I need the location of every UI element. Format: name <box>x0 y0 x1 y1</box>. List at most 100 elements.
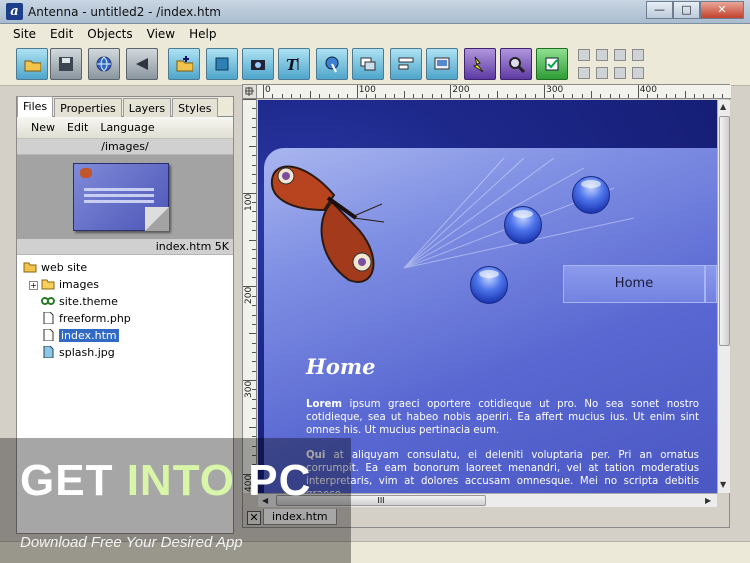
tab-layers[interactable]: Layers <box>122 98 172 117</box>
ruler-tick <box>249 239 256 241</box>
paste-icon[interactable] <box>614 67 626 79</box>
toolbar-button-pointer[interactable] <box>316 48 348 80</box>
scroll-up-icon[interactable]: ▲ <box>720 102 726 111</box>
tab-files[interactable]: Files <box>17 96 54 117</box>
ruler-label-x: 0 <box>265 85 271 95</box>
paragraph-1: Lorem ipsum graeci oportere cotidieque u… <box>306 399 699 436</box>
ruler-tick <box>243 99 256 100</box>
orb-button-1[interactable] <box>504 206 542 244</box>
orb-button-3[interactable] <box>470 266 508 304</box>
vertical-scroll-thumb[interactable] <box>719 116 730 346</box>
ruler-tick <box>319 94 321 98</box>
paragraph-2: Qui at aliquyam consulatu, ei deleniti v… <box>306 450 699 493</box>
horizontal-ruler: 0 100 200 300 400 <box>257 85 731 99</box>
window-controls: — □ ✕ <box>646 1 744 19</box>
ruler-tick <box>252 370 256 372</box>
toolbar-button-globe[interactable] <box>88 48 120 80</box>
ruler-label-y: 100 <box>244 193 254 211</box>
toolbar-button-text[interactable]: T <box>278 48 310 80</box>
ruler-tick <box>252 183 256 185</box>
ruler-tick <box>422 94 424 98</box>
folder-open-icon <box>23 261 41 274</box>
tree-item-web-site[interactable]: web site <box>23 259 229 276</box>
ruler-tick <box>252 277 256 279</box>
align-diagonal-icon[interactable] <box>596 49 608 61</box>
ruler-tick <box>581 94 583 98</box>
tab-properties[interactable]: Properties <box>54 98 122 117</box>
toolbar-button-camera[interactable] <box>242 48 274 80</box>
menu-help[interactable]: Help <box>182 24 223 44</box>
panel-tabs: Files Properties Layers Styles <box>17 96 233 117</box>
ruler-tick <box>487 94 489 98</box>
ruler-tick <box>281 94 283 98</box>
toolbar-button-images[interactable] <box>352 48 384 80</box>
align-group-icon[interactable] <box>632 49 644 61</box>
tree-item-images[interactable]: + images <box>23 276 229 293</box>
ruler-tick <box>252 267 256 269</box>
ruler-tick <box>337 94 339 98</box>
home-nav-button[interactable]: Home <box>563 265 705 303</box>
close-button[interactable]: ✕ <box>700 1 744 19</box>
file-icon <box>41 329 59 342</box>
zoom-icon <box>509 57 525 73</box>
svg-text:T: T <box>286 56 299 73</box>
orb-button-2[interactable] <box>572 176 610 214</box>
delete-icon[interactable] <box>632 67 644 79</box>
ruler-tick <box>252 248 256 250</box>
language-button[interactable]: Language <box>94 117 160 138</box>
new-button[interactable]: New <box>25 117 61 138</box>
menu-view[interactable]: View <box>140 24 182 44</box>
images-icon <box>360 57 376 71</box>
ruler-tick <box>590 91 592 98</box>
toolbar-button-preview[interactable] <box>126 48 158 80</box>
ruler-tick <box>272 94 274 98</box>
align-arrow-icon[interactable] <box>578 49 590 61</box>
tree-item-index-htm[interactable]: index.htm <box>23 327 229 344</box>
ruler-tick <box>694 94 696 98</box>
scroll-down-icon[interactable]: ▼ <box>720 480 726 489</box>
align-grid-icon[interactable] <box>614 49 626 61</box>
menu-edit[interactable]: Edit <box>43 24 80 44</box>
menu-objects[interactable]: Objects <box>80 24 139 44</box>
ruler-label-x: 300 <box>546 85 564 95</box>
minimize-button[interactable]: — <box>646 1 673 19</box>
ruler-label-y: 200 <box>244 287 254 305</box>
page-heading[interactable]: Home <box>306 354 375 379</box>
toolbar-button-insert-folder[interactable] <box>168 48 200 80</box>
preview-file-label: index.htm 5K <box>17 239 233 255</box>
copy-icon[interactable] <box>596 67 608 79</box>
tab-styles[interactable]: Styles <box>172 98 218 117</box>
tree-item-site-theme[interactable]: site.theme <box>23 293 229 310</box>
toolbar-button-form[interactable] <box>390 48 422 80</box>
page-body-text[interactable]: Lorem ipsum graeci oportere cotidieque u… <box>306 398 699 493</box>
toolbar-button-open-folder[interactable] <box>16 48 48 80</box>
scroll-right-icon[interactable]: ▶ <box>705 496 711 505</box>
toolbar-button-checkbox[interactable] <box>536 48 568 80</box>
ruler-tick <box>300 94 302 98</box>
maximize-button[interactable]: □ <box>673 1 700 19</box>
effect-icon <box>472 56 484 73</box>
page-thumbnail[interactable] <box>73 163 169 231</box>
ruler-tick <box>515 94 517 98</box>
cut-icon[interactable] <box>578 67 590 79</box>
tree-item-freeform-php[interactable]: freeform.php <box>23 310 229 327</box>
butterfly-image[interactable] <box>264 140 404 290</box>
edit-button[interactable]: Edit <box>61 117 94 138</box>
design-canvas[interactable]: Home Home Lorem ipsum graeci oportere co… <box>258 100 717 493</box>
toolbar-button-zoom[interactable] <box>500 48 532 80</box>
current-path: /images/ <box>17 139 233 155</box>
globe-icon <box>96 56 112 72</box>
nav-button-edge[interactable] <box>705 265 717 303</box>
toolbar-button-effect[interactable] <box>464 48 496 80</box>
vertical-scrollbar[interactable]: ▲ ▼ <box>717 100 730 493</box>
open-folder-icon <box>24 60 41 72</box>
tree-item-splash-jpg[interactable]: splash.jpg <box>23 344 229 361</box>
toolbar-button-save[interactable] <box>50 48 82 80</box>
ruler-corner-icon[interactable] <box>243 85 257 99</box>
antenna-app-icon: a <box>6 3 23 20</box>
toolbar-button-box[interactable] <box>206 48 238 80</box>
menu-site[interactable]: Site <box>6 24 43 44</box>
tree-item-label: freeform.php <box>59 312 131 325</box>
toolbar-button-media[interactable] <box>426 48 458 80</box>
expand-icon[interactable]: + <box>29 281 38 290</box>
